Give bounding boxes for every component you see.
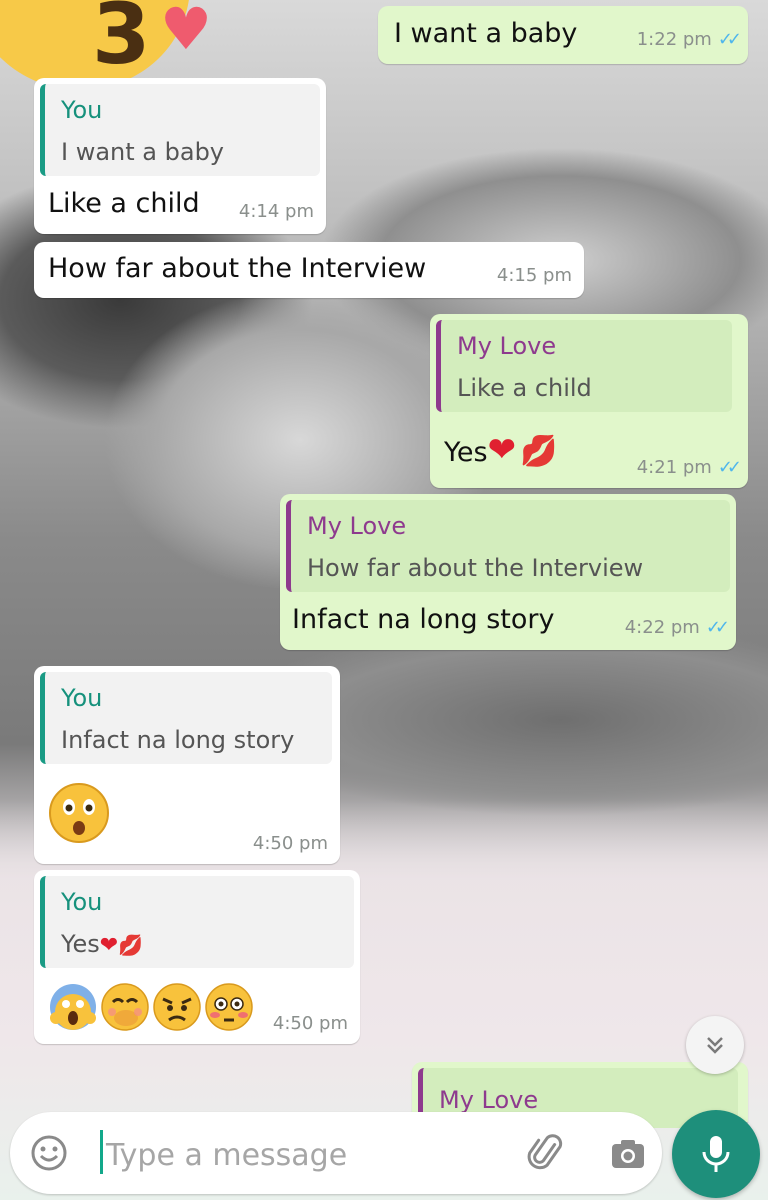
message-text: Yes <box>444 437 488 468</box>
message-time: 4:15 pm <box>496 265 572 286</box>
red-heart-icon: ❤ <box>99 933 119 958</box>
quote-text-row: Yes❤💋 <box>61 930 143 958</box>
message-text: Like a child <box>48 188 200 219</box>
camera-icon[interactable] <box>608 1134 648 1174</box>
mic-button[interactable] <box>672 1110 760 1198</box>
quote-text: Infact na long story <box>61 726 295 754</box>
chevron-double-down-icon <box>707 1037 723 1054</box>
message-meta: 4:21 pm ✓✓ <box>636 457 742 478</box>
quote-author: You <box>61 684 103 712</box>
quoted-message[interactable]: You Yes❤💋 <box>40 876 354 968</box>
heart-icon: ♥ <box>160 0 212 63</box>
message-bubble-incoming[interactable]: You I want a baby Like a child 4:14 pm <box>34 78 326 234</box>
message-text: Infact na long story <box>292 604 555 635</box>
emoji-row <box>48 982 254 1032</box>
quoted-message[interactable]: You Infact na long story <box>40 672 332 764</box>
text-caret <box>100 1130 103 1174</box>
message-bubble-incoming[interactable]: How far about the Interview 4:15 pm <box>34 242 584 298</box>
message-time: 4:50 pm <box>252 833 328 854</box>
message-text: I want a baby <box>394 18 578 49</box>
double-check-icon: ✓✓ <box>717 29 742 50</box>
quote-author: My Love <box>307 512 407 540</box>
paperclip-icon[interactable] <box>526 1132 568 1174</box>
message-bubble-incoming[interactable]: You Infact na long story 4:50 pm <box>34 666 340 864</box>
quote-author: My Love <box>457 332 557 360</box>
message-time: 4:22 pm <box>624 617 700 638</box>
microphone-icon <box>702 1136 730 1172</box>
quoted-message[interactable]: You I want a baby <box>40 84 320 176</box>
quote-text: How far about the Interview <box>307 554 644 582</box>
quoted-message[interactable]: My Love Like a child <box>436 320 732 412</box>
quote-author: My Love <box>439 1086 539 1114</box>
red-heart-icon: ❤ <box>487 430 517 470</box>
screaming-face-icon <box>50 984 96 1030</box>
quote-author: You <box>61 888 103 916</box>
quote-text: Yes <box>61 930 100 958</box>
message-bubble-incoming[interactable]: You Yes❤💋 4:50 pm <box>34 870 360 1044</box>
scroll-to-bottom-button[interactable] <box>686 1016 744 1074</box>
message-time: 4:14 pm <box>238 201 314 222</box>
message-meta: 1:22 pm ✓✓ <box>636 29 742 50</box>
astonished-face-icon <box>49 783 109 843</box>
quote-text: Like a child <box>457 374 592 402</box>
quote-text: I want a baby <box>61 138 225 166</box>
kiss-mark-icon: 💋 <box>118 933 144 957</box>
flushed-face-icon <box>205 983 253 1031</box>
kiss-mark-icon: 💋 <box>520 434 558 469</box>
sticker-digit: 3 <box>92 0 151 83</box>
quote-author: You <box>61 96 103 124</box>
message-text: How far about the Interview <box>48 253 427 284</box>
message-input[interactable]: Type a message <box>106 1138 347 1173</box>
quoted-message[interactable]: My Love How far about the Interview <box>286 500 730 592</box>
smiley-icon[interactable] <box>30 1134 68 1172</box>
double-check-icon: ✓✓ <box>705 617 730 638</box>
double-check-icon: ✓✓ <box>717 457 742 478</box>
message-bubble-outgoing[interactable]: I want a baby 1:22 pm ✓✓ <box>378 6 748 64</box>
message-text-row: Yes❤ 💋 <box>444 430 557 470</box>
message-meta: 4:22 pm ✓✓ <box>624 617 730 638</box>
worried-face-icon <box>153 983 201 1031</box>
message-time: 4:21 pm <box>636 457 712 478</box>
message-time: 1:22 pm <box>636 29 712 50</box>
face-with-hand-over-mouth-icon <box>101 983 149 1031</box>
message-time: 4:50 pm <box>272 1013 348 1034</box>
message-bubble-outgoing[interactable]: My Love Like a child Yes❤ 💋 4:21 pm ✓✓ <box>430 314 748 488</box>
message-composer: Type a message <box>10 1112 662 1194</box>
message-bubble-outgoing[interactable]: My Love How far about the Interview Infa… <box>280 494 736 650</box>
